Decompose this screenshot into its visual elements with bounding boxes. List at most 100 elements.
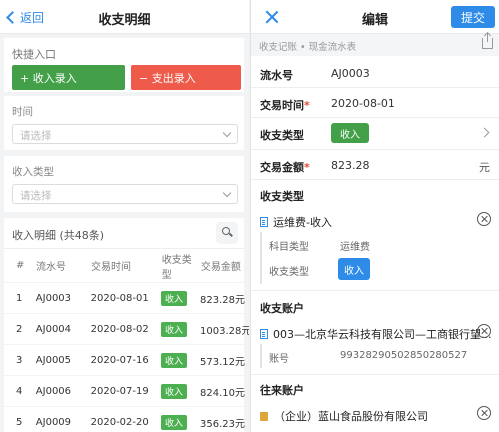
- breadcrumb-text: 收支记账 • 现金流水表: [259, 42, 357, 53]
- share-icon[interactable]: [482, 33, 493, 49]
- income-type-placeholder: 请选择: [20, 190, 52, 202]
- amount-label-wrap: 交易金额*: [260, 159, 310, 175]
- income-detail-panel: 返回 收支明细 快捷入口 + 收入录入 − 支出录入 时间 请选择 收入类型 请…: [0, 0, 249, 432]
- row-amount: 824.10元: [200, 387, 246, 399]
- row-date: 2020-07-16: [90, 354, 149, 366]
- partner-section-title: 往来账户: [260, 384, 304, 397]
- row-index: 3: [16, 354, 23, 366]
- time-select[interactable]: 请选择: [12, 124, 238, 144]
- table-row[interactable]: 4 AJ0006 2020-07-19 收入 824.10元: [4, 375, 246, 406]
- row-amount: 1003.28元: [200, 325, 249, 337]
- serial-row[interactable]: 流水号 AJ0003: [251, 58, 499, 88]
- amount-row[interactable]: 交易金额* 823.28 元: [251, 150, 499, 180]
- table-header-bar: 收入明细 (共48条): [4, 218, 244, 248]
- table-row[interactable]: 1 AJ0003 2020-08-01 收入 823.28元: [4, 282, 245, 313]
- row-serial: AJ0009: [35, 416, 72, 428]
- row-type-cell: 收入: [153, 321, 198, 337]
- serial-value: AJ0003: [331, 67, 370, 80]
- right-header: 编辑 提交: [251, 0, 499, 34]
- account-section-title: 收支账户: [260, 302, 304, 315]
- row-type-cell: 收入: [153, 383, 198, 399]
- type-detail-block: 科目类型 运维费 收支类型 收入: [260, 232, 499, 284]
- income-tag: 收入: [160, 414, 187, 430]
- account-number-label: 账号: [269, 354, 289, 365]
- row-date: 2020-07-19: [90, 385, 149, 397]
- kind-label: 收支类型: [269, 267, 309, 278]
- account-item-label: 003—北京华云科技有限公司—工商银行望...: [273, 328, 492, 341]
- time-label: 交易时间: [260, 99, 304, 112]
- table-row[interactable]: 2 AJ0004 2020-08-02 收入 1003.28元: [4, 313, 249, 344]
- search-button[interactable]: [216, 222, 238, 244]
- section-divider: [251, 290, 499, 291]
- account-section-item[interactable]: 003—北京华云科技有限公司—工商银行望...: [260, 324, 499, 342]
- required-mark: *: [304, 99, 310, 112]
- time-row[interactable]: 交易时间* 2020-08-01: [251, 88, 499, 118]
- required-mark: *: [304, 161, 310, 174]
- organization-icon: [260, 412, 268, 421]
- account-detail-block: 账号 9932829050285028052​7: [260, 344, 499, 368]
- type-section-title: 收支类型: [260, 190, 304, 203]
- income-entry-button[interactable]: + 收入录入: [12, 65, 125, 90]
- quick-entry-label: 快捷入口: [12, 48, 56, 61]
- time-select-placeholder: 请选择: [20, 130, 52, 142]
- row-index: 1: [16, 292, 23, 304]
- income-type-filter-card: 收入类型 请选择: [4, 156, 244, 212]
- time-filter-label: 时间: [12, 106, 33, 118]
- row-index: 4: [16, 385, 23, 397]
- amount-unit: 元: [479, 161, 490, 174]
- amount-value: 823.28: [331, 159, 370, 172]
- time-value: 2020-08-01: [331, 97, 395, 110]
- column-header-time: 交易时间: [91, 262, 132, 273]
- left-header: 返回 收支明细: [0, 0, 249, 34]
- remove-icon[interactable]: [477, 406, 491, 420]
- expense-entry-button[interactable]: − 支出录入: [131, 65, 241, 90]
- income-type-label: 收入类型: [12, 166, 54, 178]
- row-amount: 573.12元: [200, 356, 246, 368]
- row-index: 5: [16, 416, 23, 428]
- edit-panel: 编辑 提交 收支记账 • 现金流水表 流水号 AJ0003 交易时间* 2020…: [250, 0, 499, 432]
- income-tag: 收入: [160, 383, 187, 399]
- table-row[interactable]: 5 AJ0009 2020-02-20 收入 356.23元: [4, 406, 246, 432]
- row-serial: AJ0004: [35, 323, 72, 335]
- income-table-card: 收入明细 (共48条) # 流水号 交易时间 收支类型 交易金额 1 AJ000…: [4, 218, 249, 432]
- income-tag: 收入: [160, 352, 187, 368]
- row-serial: AJ0005: [35, 354, 72, 366]
- time-filter-card: 时间 请选择: [4, 96, 244, 150]
- section-divider: [251, 374, 499, 375]
- document-icon: [260, 329, 268, 339]
- type-value-tag[interactable]: 收入: [331, 123, 369, 143]
- page-title: 收支明细: [98, 13, 151, 28]
- row-serial: AJ0006: [35, 385, 72, 397]
- time-label-wrap: 交易时间*: [260, 97, 310, 113]
- column-header-index: #: [16, 260, 25, 271]
- breadcrumb: 收支记账 • 现金流水表: [251, 33, 499, 56]
- column-header-amount: 交易金额: [200, 262, 241, 273]
- row-date: 2020-02-20: [90, 416, 149, 428]
- table-column-headers: # 流水号 交易时间 收支类型 交易金额: [4, 248, 244, 282]
- remove-icon[interactable]: [477, 324, 491, 338]
- row-index: 2: [16, 323, 23, 335]
- quick-entry-card: 快捷入口 + 收入录入 − 支出录入: [4, 38, 244, 92]
- type-label: 收支类型: [260, 129, 304, 142]
- row-date: 2020-08-02: [90, 323, 149, 335]
- type-section-item[interactable]: 运维费-收入: [260, 212, 499, 230]
- table-row[interactable]: 3 AJ0005 2020-07-16 收入 573.12元: [4, 344, 246, 375]
- search-icon-handle: [229, 232, 233, 237]
- column-header-type: 收支类型: [161, 254, 192, 281]
- row-amount: 356.23元: [200, 418, 246, 430]
- income-type-select[interactable]: 请选择: [12, 184, 238, 204]
- kind-value-tag[interactable]: 收入: [338, 258, 370, 280]
- submit-button[interactable]: 提交: [451, 6, 495, 28]
- chevron-right-icon: [479, 127, 490, 138]
- partner-section-item[interactable]: （企业）蓝山食品股份有限公司: [260, 406, 499, 424]
- chevron-down-icon: [222, 188, 232, 198]
- income-tag: 收入: [160, 321, 187, 337]
- partner-item-label: （企业）蓝山食品股份有限公司: [274, 410, 428, 423]
- type-row[interactable]: 收支类型 收入: [251, 118, 499, 150]
- account-number-value: 9932829050285028052​7: [340, 350, 468, 361]
- amount-label: 交易金额: [260, 161, 304, 174]
- subject-type-value: 运维费: [340, 242, 370, 253]
- row-type-cell: 收入: [153, 414, 198, 430]
- remove-icon[interactable]: [477, 212, 491, 226]
- income-tag: 收入: [160, 290, 187, 306]
